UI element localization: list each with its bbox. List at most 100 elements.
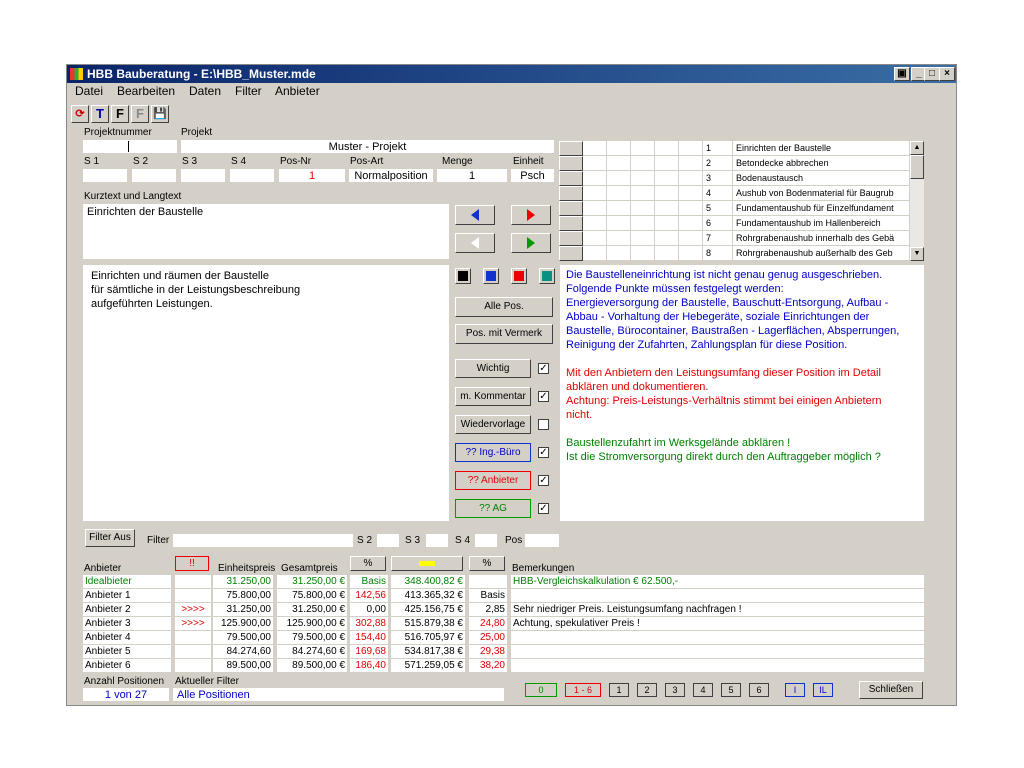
wichtig-button[interactable]: Wichtig <box>455 359 531 378</box>
grid-empty-cell[interactable] <box>655 246 679 261</box>
grid-empty-cell[interactable] <box>607 246 631 261</box>
flag-cell[interactable] <box>175 645 211 658</box>
grid-empty-cell[interactable] <box>631 141 655 156</box>
posart-field[interactable]: Normalposition <box>349 169 433 182</box>
grid-empty-cell[interactable] <box>583 186 607 201</box>
percent2-cell[interactable]: 29,38 <box>469 645 507 658</box>
text-button[interactable]: T <box>91 105 109 123</box>
menu-filter[interactable]: Filter <box>235 84 262 98</box>
percent2-cell[interactable]: 24,80 <box>469 617 507 630</box>
position-nr[interactable]: 1 <box>703 141 733 156</box>
grid-empty-cell[interactable] <box>607 171 631 186</box>
grid-empty-cell[interactable] <box>583 156 607 171</box>
percent-button-1[interactable]: % <box>350 556 386 571</box>
grid-empty-cell[interactable] <box>655 201 679 216</box>
grid-empty-cell[interactable] <box>559 201 583 216</box>
einheit-field[interactable]: Psch <box>511 169 554 182</box>
grid-empty-cell[interactable] <box>679 246 703 261</box>
einheitspreis-cell[interactable]: 31.250,00 <box>213 575 273 588</box>
grid-empty-cell[interactable] <box>631 216 655 231</box>
refresh-icon[interactable]: ⟳ <box>71 105 89 123</box>
percent-cell[interactable]: 154,40 <box>350 631 388 644</box>
grid-empty-cell[interactable] <box>679 231 703 246</box>
kommentar-checkbox[interactable]: ✓ <box>538 391 549 402</box>
pager-6-button[interactable]: 6 <box>749 683 769 697</box>
wiedervorlage-checkbox[interactable] <box>538 419 549 430</box>
percent-cell[interactable]: 302,88 <box>350 617 388 630</box>
anbieter-name[interactable]: Anbieter 4 <box>83 631 171 644</box>
percent-cell[interactable]: 142,56 <box>350 589 388 602</box>
grid-empty-cell[interactable] <box>631 186 655 201</box>
kurztext-field[interactable]: Einrichten der Baustelle <box>83 204 449 259</box>
filter-s3-field[interactable] <box>426 534 448 547</box>
scroll-down-icon[interactable]: ▼ <box>910 247 924 261</box>
grid-empty-cell[interactable] <box>655 156 679 171</box>
grid-empty-cell[interactable] <box>583 216 607 231</box>
format-disabled-button[interactable]: F <box>131 105 149 123</box>
ing-buero-checkbox[interactable]: ✓ <box>538 447 549 458</box>
grid-empty-cell[interactable] <box>655 171 679 186</box>
grid-empty-cell[interactable] <box>679 186 703 201</box>
summe-cell[interactable]: 425.156,75 € <box>391 603 465 616</box>
anbieter-button[interactable]: ?? Anbieter <box>455 471 531 490</box>
filter-s4-field[interactable] <box>475 534 497 547</box>
pager-1-button[interactable]: 1 <box>609 683 629 697</box>
grid-empty-cell[interactable] <box>607 201 631 216</box>
grid-empty-cell[interactable] <box>607 141 631 156</box>
gesamtpreis-cell[interactable]: 89.500,00 € <box>277 659 347 672</box>
flag-cell[interactable] <box>175 589 211 602</box>
percent-cell[interactable]: 169,68 <box>350 645 388 658</box>
filter-aus-button[interactable]: Filter Aus <box>85 529 135 547</box>
summe-cell[interactable]: 571.259,05 € <box>391 659 465 672</box>
bemerkung-cell[interactable]: Achtung, spekulativer Preis ! <box>511 617 924 630</box>
last-button[interactable] <box>511 233 551 253</box>
filter-field[interactable] <box>173 534 353 547</box>
einheitspreis-cell[interactable]: 89.500,00 <box>213 659 273 672</box>
color-red-button[interactable] <box>511 268 527 284</box>
grid-empty-cell[interactable] <box>631 246 655 261</box>
percent2-cell[interactable] <box>469 575 507 588</box>
projekt-field[interactable]: Muster - Projekt <box>181 140 554 153</box>
exclamation-button[interactable]: !! <box>175 556 209 571</box>
percent2-cell[interactable]: 25,00 <box>469 631 507 644</box>
gesamtpreis-cell[interactable]: 79.500,00 € <box>277 631 347 644</box>
grid-empty-cell[interactable] <box>679 171 703 186</box>
anbieter-name[interactable]: Anbieter 3 <box>83 617 171 630</box>
position-text[interactable]: Rohrgrabenaushub innerhalb des Gebä <box>733 231 910 246</box>
pager-i-button[interactable]: I <box>785 683 805 697</box>
summe-cell[interactable]: 413.365,32 € <box>391 589 465 602</box>
position-nr[interactable]: 5 <box>703 201 733 216</box>
position-nr[interactable]: 7 <box>703 231 733 246</box>
flag-cell[interactable] <box>175 659 211 672</box>
pos-vermerk-button[interactable]: Pos. mit Vermerk <box>455 324 553 344</box>
position-text[interactable]: Rohrgrabenaushub außerhalb des Geb <box>733 246 910 261</box>
anbieter-name[interactable]: Anbieter 1 <box>83 589 171 602</box>
grid-empty-cell[interactable] <box>559 141 583 156</box>
gesamtpreis-cell[interactable]: 31.250,00 € <box>277 575 347 588</box>
position-text[interactable]: Betondecke abbrechen <box>733 156 910 171</box>
summe-cell[interactable]: 348.400,82 € <box>391 575 465 588</box>
anbieter-name[interactable]: Anbieter 6 <box>83 659 171 672</box>
grid-empty-cell[interactable] <box>679 201 703 216</box>
menu-datei[interactable]: Datei <box>75 84 103 98</box>
anbieter-name[interactable]: Anbieter 2 <box>83 603 171 616</box>
alle-pos-button[interactable]: Alle Pos. <box>455 297 553 317</box>
grid-empty-cell[interactable] <box>607 231 631 246</box>
gesamtpreis-cell[interactable]: 31.250,00 € <box>277 603 347 616</box>
flag-cell[interactable] <box>175 631 211 644</box>
grid-empty-cell[interactable] <box>583 171 607 186</box>
filter-pos-field[interactable] <box>525 534 559 547</box>
s4-field[interactable] <box>230 169 274 182</box>
einheitspreis-cell[interactable]: 79.500,00 <box>213 631 273 644</box>
position-text[interactable]: Fundamentaushub im Hallenbereich <box>733 216 910 231</box>
flag-cell[interactable] <box>175 575 211 588</box>
grid-scrollbar[interactable]: ▲ ▼ <box>910 141 924 261</box>
grid-empty-cell[interactable] <box>583 201 607 216</box>
kommentar-button[interactable]: m. Kommentar <box>455 387 531 406</box>
first-button[interactable] <box>455 233 495 253</box>
close-button[interactable]: × <box>939 67 955 81</box>
highlight-button[interactable] <box>391 556 463 571</box>
grid-empty-cell[interactable] <box>583 141 607 156</box>
summe-cell[interactable]: 516.705,97 € <box>391 631 465 644</box>
filter-s2-field[interactable] <box>377 534 399 547</box>
